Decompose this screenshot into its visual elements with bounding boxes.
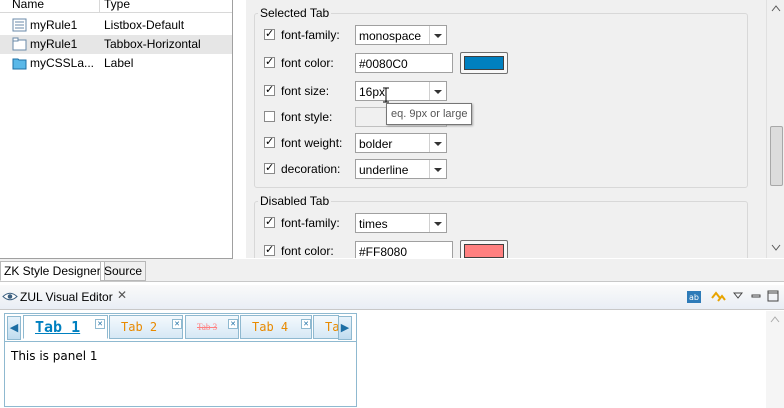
zk-tab-3-disabled[interactable]: Tab 3 ✕ (185, 315, 239, 339)
font-size-tooltip: eq. 9px or large (386, 103, 473, 125)
rule-name: myRule1 (30, 18, 78, 32)
decoration-combo[interactable]: underline (355, 159, 447, 179)
panel-text: This is panel 1 (11, 349, 98, 363)
zk-tab-label: Tab 2 (121, 320, 158, 334)
scroll-up-icon[interactable] (771, 4, 781, 12)
disabled-font-family-checkbox[interactable] (264, 215, 275, 228)
zk-tab-2[interactable]: Tab 2 ✕ (109, 315, 183, 339)
chevron-down-icon[interactable] (429, 82, 446, 100)
scroll-down-icon[interactable] (771, 244, 781, 252)
font-family-value: monospace (359, 29, 422, 43)
tab-scroll-left-icon[interactable]: ◀ (7, 316, 21, 340)
selected-tab-title: Selected Tab (258, 6, 332, 20)
close-icon[interactable]: ✕ (301, 319, 311, 329)
rule-type: Listbox-Default (104, 18, 185, 32)
style-rule-tree[interactable]: Name Type myRule1 Listbox-Default myRule… (0, 0, 233, 259)
font-weight-combo[interactable]: bolder (355, 133, 447, 153)
font-style-checkbox[interactable] (264, 111, 275, 122)
font-size-combo[interactable]: 16px (355, 81, 447, 101)
font-family-combo[interactable]: monospace (355, 25, 447, 45)
disabled-font-color-checkbox[interactable] (264, 243, 275, 256)
minimize-icon[interactable] (751, 290, 761, 302)
rule-type: Tabbox-Horizontal (104, 37, 201, 51)
zk-tab-5[interactable]: Ta (313, 315, 339, 339)
close-icon[interactable]: ✕ (172, 319, 182, 329)
zk-tab-label: Tab 1 (35, 318, 81, 336)
font-style-label: font style: (281, 110, 333, 124)
rule-name: myRule1 (30, 37, 78, 51)
rule-name: myCSSLa... (30, 56, 95, 70)
decoration-checkbox[interactable] (264, 161, 275, 174)
decoration-value: underline (359, 163, 409, 177)
zk-tab-4[interactable]: Tab 4 ✕ (240, 315, 312, 339)
zk-tabpanel: This is panel 1 (5, 341, 356, 406)
view-header: ZUL Visual Editor ✕ ab (0, 285, 784, 310)
font-color-picker-button[interactable] (460, 52, 508, 74)
font-color-value: #0080C0 (359, 57, 408, 71)
tab-source[interactable]: Source (100, 261, 147, 281)
style-properties-panel: Selected Tab font-family: monospace font… (246, 0, 784, 258)
rule-type: Label (104, 56, 134, 70)
zk-tab-label: Tab 3 (197, 322, 218, 332)
font-family-checkbox[interactable] (264, 27, 275, 40)
close-icon[interactable]: ✕ (228, 319, 238, 329)
zk-tab-1[interactable]: Tab 1 ✕ (23, 315, 108, 339)
font-color-input[interactable]: #0080C0 (355, 53, 453, 73)
chevron-down-icon[interactable] (429, 134, 446, 152)
decoration-label: decoration: (281, 162, 341, 176)
zk-tab-label: Ta (325, 320, 339, 334)
chevron-down-icon[interactable] (429, 26, 446, 44)
scrollbar-thumb[interactable] (770, 126, 783, 186)
close-icon[interactable]: ✕ (117, 288, 127, 302)
column-type-header[interactable]: Type (104, 0, 130, 11)
color-swatch (464, 244, 504, 258)
editor-tab-bar: ZK Style Designer Source (0, 259, 784, 282)
chevron-down-icon[interactable] (429, 214, 446, 232)
font-weight-label: font weight: (281, 136, 343, 150)
font-size-label: font size: (281, 84, 330, 98)
font-family-label: font-family: (281, 28, 340, 42)
disabled-font-color-label: font color: (281, 244, 334, 258)
view-title: ZUL Visual Editor (20, 290, 113, 304)
tree-header: Name Type (0, 0, 232, 13)
color-swatch (464, 56, 504, 70)
scroll-up-icon[interactable] (770, 315, 780, 323)
listbox-icon (12, 18, 27, 32)
tab-zk-style-designer[interactable]: ZK Style Designer (0, 261, 105, 281)
font-color-label: font color: (281, 56, 334, 70)
chevron-down-icon[interactable] (429, 160, 446, 178)
disabled-tab-title: Disabled Tab (258, 194, 332, 208)
disabled-font-family-label: font-family: (281, 216, 340, 230)
eye-icon (2, 292, 18, 301)
disabled-font-color-value: #FF8080 (359, 245, 408, 258)
font-weight-value: bolder (359, 137, 393, 151)
svg-text:ab: ab (689, 293, 699, 302)
tab-scroll-right-icon[interactable]: ▶ (338, 316, 352, 340)
zk-tab-label: Tab 4 (252, 320, 289, 334)
tree-row-label[interactable]: myCSSLa... Label (0, 54, 232, 73)
disabled-font-color-input[interactable]: #FF8080 (355, 241, 453, 258)
disabled-font-color-picker-button[interactable] (460, 240, 508, 258)
tree-row-tabbox[interactable]: myRule1 Tabbox-Horizontal (0, 35, 232, 54)
folder-icon (12, 58, 27, 70)
disabled-font-family-value: times (359, 217, 388, 231)
text-cursor-icon (383, 87, 389, 103)
column-name-header[interactable]: Name (12, 0, 44, 11)
view-menu-icon[interactable] (733, 292, 743, 300)
font-color-checkbox[interactable] (264, 55, 275, 68)
disabled-font-family-combo[interactable]: times (355, 213, 447, 233)
zk-tabbox-preview: ◀ Tab 1 ✕ Tab 2 ✕ Tab 3 ✕ Tab 4 ✕ Ta ▶ T… (4, 313, 357, 407)
font-weight-checkbox[interactable] (264, 135, 275, 148)
font-size-checkbox[interactable] (264, 83, 275, 96)
sync-icon[interactable] (710, 290, 726, 304)
properties-scrollbar[interactable] (766, 0, 784, 258)
editor-scrollbar[interactable] (766, 311, 784, 408)
maximize-icon[interactable] (767, 290, 779, 302)
column-divider[interactable] (99, 0, 100, 12)
tabbox-icon (12, 37, 27, 51)
close-icon[interactable]: ✕ (95, 319, 105, 329)
preview-icon[interactable]: ab (686, 290, 702, 304)
tree-row-listbox[interactable]: myRule1 Listbox-Default (0, 16, 232, 35)
